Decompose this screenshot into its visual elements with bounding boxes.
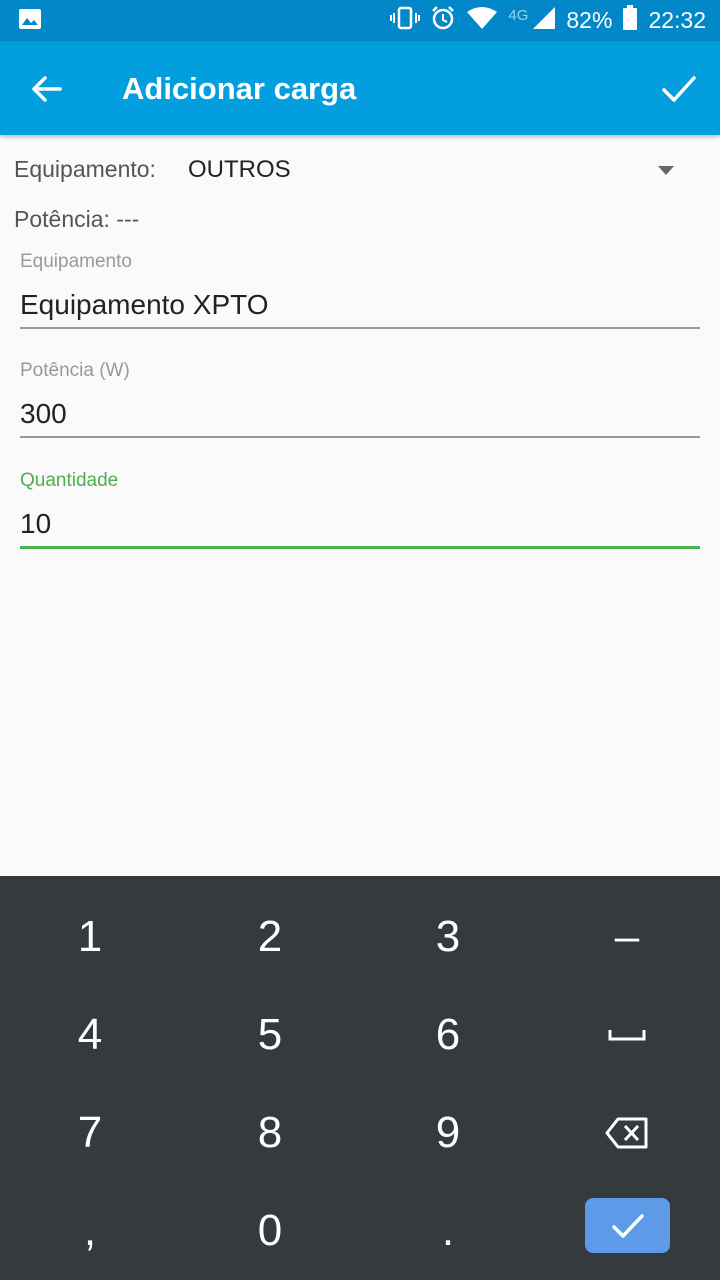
equipment-name-underline	[20, 327, 700, 329]
equipment-spinner-label: Equipamento:	[14, 156, 156, 182]
key-space[interactable]	[537, 986, 717, 1084]
key-minus[interactable]: –	[537, 888, 717, 986]
equipment-spinner[interactable]: Equipamento: OUTROS	[14, 156, 704, 190]
key-7[interactable]: 7	[0, 1084, 180, 1182]
quantity-label: Quantidade	[20, 470, 119, 491]
back-arrow-icon[interactable]	[30, 72, 64, 106]
key-comma[interactable]: ,	[0, 1182, 180, 1280]
power-underline	[20, 436, 700, 438]
battery-icon	[622, 5, 638, 36]
power-summary: Potência: ---	[14, 206, 140, 232]
wifi-icon	[466, 6, 498, 35]
equipment-name-label: Equipamento	[20, 251, 132, 272]
vibrate-icon	[390, 6, 421, 35]
equipment-spinner-value[interactable]: OUTROS	[188, 156, 291, 184]
signal-icon	[532, 6, 556, 35]
key-8[interactable]: 8	[180, 1084, 360, 1182]
quantity-input[interactable]: 10	[20, 508, 700, 546]
key-9[interactable]: 9	[358, 1084, 538, 1182]
status-bar: 4G 82% 22:32	[0, 0, 720, 41]
backspace-icon	[605, 1117, 648, 1149]
done-check-icon	[611, 1213, 644, 1238]
key-4[interactable]: 4	[0, 986, 180, 1084]
alarm-icon	[430, 5, 456, 36]
gallery-notification-icon	[18, 8, 42, 35]
power-input[interactable]: 300	[20, 398, 700, 436]
confirm-check-icon[interactable]	[660, 71, 698, 107]
key-1[interactable]: 1	[0, 888, 180, 986]
quantity-field[interactable]: Quantidade 10	[20, 470, 700, 549]
space-icon	[608, 1030, 646, 1041]
clock: 22:32	[648, 7, 706, 33]
key-period[interactable]: .	[358, 1182, 538, 1280]
battery-percent: 82%	[566, 7, 613, 33]
network-type-label: 4G	[508, 7, 529, 24]
key-6[interactable]: 6	[358, 986, 538, 1084]
key-backspace[interactable]	[537, 1084, 717, 1182]
key-2[interactable]: 2	[180, 888, 360, 986]
power-field[interactable]: Potência (W) 300	[20, 360, 700, 438]
equipment-name-field[interactable]: Equipamento Equipamento XPTO	[20, 251, 700, 329]
power-label: Potência (W)	[20, 360, 130, 381]
dropdown-caret-icon[interactable]	[658, 166, 674, 175]
key-0[interactable]: 0	[180, 1182, 360, 1280]
key-done[interactable]	[585, 1198, 670, 1253]
page-title: Adicionar carga	[122, 71, 357, 106]
quantity-underline	[20, 546, 700, 549]
key-5[interactable]: 5	[180, 986, 360, 1084]
key-3[interactable]: 3	[358, 888, 538, 986]
app-bar: Adicionar carga	[0, 41, 720, 135]
equipment-name-input[interactable]: Equipamento XPTO	[20, 289, 700, 327]
numeric-keyboard: 1 2 3 – 4 5 6 7 8 9 , 0 .	[0, 876, 720, 1280]
